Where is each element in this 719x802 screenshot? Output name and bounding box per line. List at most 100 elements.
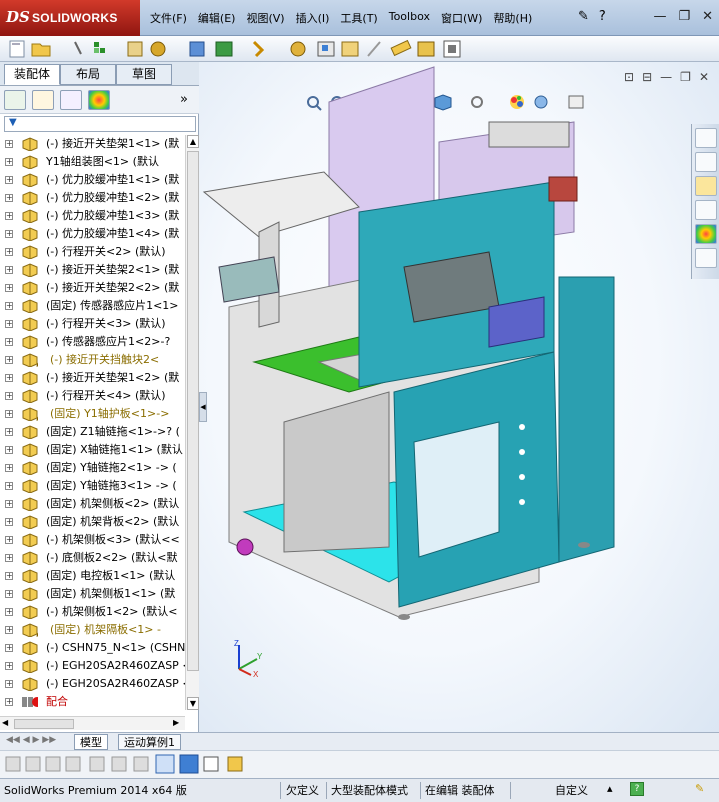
tree-item[interactable]: + (固定) 机架背板<2> (默认 [0, 513, 185, 531]
tree-item[interactable]: + (-) 优力胶缓冲垫1<4> (默 [0, 225, 185, 243]
scroll-left-icon[interactable]: ◀ [2, 718, 12, 730]
expand-toggle-icon[interactable]: + [5, 320, 13, 328]
strip-active-tool-icon[interactable] [155, 754, 175, 774]
tree-item[interactable]: + (-) 底侧板2<2> (默认<默 [0, 549, 185, 567]
reference-geometry-icon[interactable] [367, 41, 381, 57]
file-explorer-icon[interactable] [695, 176, 717, 196]
menu-help[interactable]: 帮助(H) [493, 10, 532, 26]
expand-toggle-icon[interactable]: + [5, 410, 13, 418]
menu-toolbox[interactable]: Toolbox [389, 10, 430, 26]
configuration-manager-icon[interactable] [60, 90, 82, 110]
expand-toggle-icon[interactable]: + [5, 230, 13, 238]
tree-item[interactable]: + (-) 接近开关垫架1<2> (默 [0, 369, 185, 387]
units-selector[interactable]: 自定义 [555, 782, 588, 798]
tab-assembly[interactable]: 装配体 [4, 64, 60, 85]
tree-item[interactable]: + (-) 机架侧板<3> (默认<< [0, 531, 185, 549]
view-palette-icon[interactable] [695, 200, 717, 220]
strip-tool-icon[interactable] [111, 756, 127, 772]
grid-icon[interactable] [94, 42, 105, 53]
expand-toggle-icon[interactable]: + [5, 284, 13, 292]
assembly-features-icon[interactable] [341, 41, 359, 57]
pin-icon[interactable]: ✎ [578, 9, 589, 24]
feature-tree-icon[interactable] [4, 90, 26, 110]
tab-layout[interactable]: 布局 [60, 64, 116, 85]
expand-toggle-icon[interactable]: + [5, 662, 13, 670]
expand-toggle-icon[interactable]: + [5, 392, 13, 400]
expand-toggle-icon[interactable]: + [5, 248, 13, 256]
paperclip-icon[interactable] [74, 41, 82, 55]
expand-toggle-icon[interactable]: + [5, 680, 13, 688]
help-icon[interactable]: ? [599, 9, 606, 24]
tree-item[interactable]: + (固定) Z1轴链拖<1>->? ( [0, 423, 185, 441]
strip-tool-icon[interactable] [133, 756, 149, 772]
strip-tool-icon[interactable] [5, 756, 21, 772]
scroll-down-icon[interactable]: ▼ [187, 697, 199, 710]
mate-icon[interactable] [189, 41, 205, 57]
tree-item[interactable]: + (固定) X轴链拖1<1> (默认 [0, 441, 185, 459]
component-icon[interactable] [127, 41, 143, 57]
tree-item[interactable]: + 配合 [0, 693, 185, 710]
tree-item[interactable]: + Y1轴组装图<1> (默认 [0, 153, 185, 171]
tree-item[interactable]: + (-) 机架侧板1<2> (默认< [0, 603, 185, 621]
tab-sketch[interactable]: 草图 [116, 64, 172, 85]
tree-item[interactable]: + (固定) 机架侧板1<1> (默 [0, 585, 185, 603]
tab-nav-arrows-icon[interactable]: ◀◀ ◀ ▶ ▶▶ [6, 735, 56, 745]
tree-item[interactable]: + (固定) Y轴链拖3<1> -> ( [0, 477, 185, 495]
gear-icon[interactable] [290, 41, 306, 57]
menu-window[interactable]: 窗口(W) [441, 10, 482, 26]
tree-item[interactable]: + (-) 接近开关垫架2<2> (默 [0, 279, 185, 297]
custom-properties-icon[interactable] [695, 248, 717, 268]
measure-icon[interactable] [390, 39, 412, 57]
expand-toggle-icon[interactable]: + [5, 500, 13, 508]
restore-icon[interactable]: ❐ [678, 9, 690, 24]
solidworks-logo[interactable]: DS SOLIDWORKS [0, 0, 140, 36]
tree-item[interactable]: + (固定) Y轴链拖2<1> -> ( [0, 459, 185, 477]
tree-item[interactable]: + (固定) Y1轴护板<1>-> [0, 405, 185, 423]
help-status-icon[interactable]: ? [630, 782, 644, 796]
property-manager-icon[interactable] [32, 90, 54, 110]
home-icon[interactable] [695, 128, 717, 148]
graphics-area[interactable]: ⊡ ⊟ — ❐ ✕ Z Y X ◀ [199, 62, 719, 732]
expand-chevron-icon[interactable]: » [180, 92, 188, 107]
appearances-icon[interactable] [695, 224, 717, 244]
expand-toggle-icon[interactable]: + [5, 482, 13, 490]
insert-icon[interactable] [150, 41, 166, 57]
strip-save-icon[interactable] [227, 756, 243, 772]
expand-toggle-icon[interactable]: + [5, 212, 13, 220]
tree-item[interactable]: + (-) CSHN75_N<1> (CSHN75 [0, 639, 185, 657]
menu-tools[interactable]: 工具(T) [340, 10, 377, 26]
strip-tool-icon[interactable] [65, 756, 81, 772]
tab-model[interactable]: 模型 [74, 734, 108, 750]
strip-display-icon[interactable] [179, 754, 199, 774]
menu-view[interactable]: 视图(V) [246, 10, 284, 26]
expand-toggle-icon[interactable]: + [5, 158, 13, 166]
expand-toggle-icon[interactable]: + [5, 626, 13, 634]
tree-item[interactable]: + (-) 接近开关挡触块2< [0, 351, 185, 369]
scroll-thumb[interactable] [187, 151, 199, 671]
expand-toggle-icon[interactable]: + [5, 536, 13, 544]
tree-item[interactable]: + (-) 接近开关垫架2<1> (默 [0, 261, 185, 279]
new-document-icon[interactable] [9, 40, 25, 58]
strip-table-icon[interactable] [203, 756, 219, 772]
tree-item[interactable]: + (固定) 机架侧板<2> (默认 [0, 495, 185, 513]
expand-toggle-icon[interactable]: + [5, 572, 13, 580]
smart-fastener-icon[interactable] [252, 40, 265, 58]
display-manager-icon[interactable] [88, 90, 110, 110]
expand-toggle-icon[interactable]: + [5, 446, 13, 454]
design-library-icon[interactable] [695, 152, 717, 172]
mass-properties-icon[interactable] [417, 41, 435, 57]
assembly-model[interactable] [199, 62, 719, 732]
scroll-up-icon[interactable]: ▲ [187, 135, 199, 148]
expand-toggle-icon[interactable]: + [5, 518, 13, 526]
close-icon[interactable]: ✕ [702, 9, 713, 24]
tree-filter[interactable]: ▼ [4, 116, 196, 132]
strip-tool-icon[interactable] [89, 756, 105, 772]
menu-edit[interactable]: 编辑(E) [198, 10, 236, 26]
tree-item[interactable]: + (固定) 传感器感应片1<1> [0, 297, 185, 315]
expand-toggle-icon[interactable]: + [5, 590, 13, 598]
tab-motion-study[interactable]: 运动算例1 [118, 734, 181, 750]
tree-horizontal-scrollbar[interactable]: ◀ ▶ [0, 716, 185, 730]
open-icon[interactable] [31, 43, 51, 57]
move-component-icon[interactable] [215, 41, 233, 57]
expand-toggle-icon[interactable]: + [5, 554, 13, 562]
